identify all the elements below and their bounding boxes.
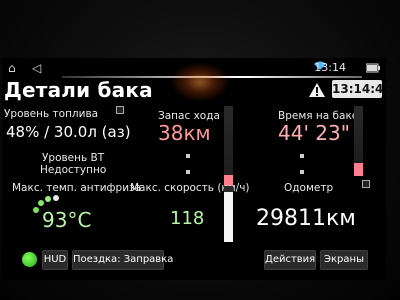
warning-icon[interactable] bbox=[308, 82, 326, 98]
tank-time-value: 44' 23" bbox=[278, 121, 350, 145]
vt-level-value: Недоступно bbox=[40, 164, 107, 176]
tank-time-level-bar bbox=[354, 106, 363, 176]
trip-button[interactable]: Поездка: Заправка bbox=[72, 250, 173, 270]
status-bar: ⌂ ◁ 13:14 bbox=[2, 58, 386, 78]
odometer-label: Одометр bbox=[284, 182, 334, 194]
screens-button[interactable]: Экраны bbox=[320, 250, 368, 270]
back-icon[interactable]: ◁ bbox=[32, 61, 41, 75]
coolant-label: Макс. темп. антифриза bbox=[12, 182, 142, 194]
battery-icon bbox=[365, 62, 380, 76]
clock-display: 13:14:41 bbox=[332, 80, 386, 98]
hud-button[interactable]: HUD bbox=[42, 250, 68, 270]
fuel-label: Уровень топлива bbox=[4, 108, 99, 120]
vt-dash-1 bbox=[186, 154, 190, 158]
max-speed-value: 118 bbox=[170, 208, 205, 229]
vt-dash-4 bbox=[300, 170, 304, 174]
vt-level-label: Уровень ВТ bbox=[42, 152, 105, 164]
page-title: Детали бака bbox=[4, 78, 153, 102]
actions-button[interactable]: Действия bbox=[264, 250, 316, 270]
status-time: 13:14 bbox=[314, 61, 346, 74]
fuel-value: 48% / 30.0л (аз) bbox=[6, 123, 131, 141]
vt-dash-2 bbox=[186, 170, 190, 174]
head-unit-screen: ⌂ ◁ 13:14 Детали бака 13:14:41 Уровень т… bbox=[2, 58, 386, 280]
status-indicator-icon[interactable] bbox=[22, 252, 37, 267]
vt-dash-3 bbox=[300, 154, 304, 158]
odometer-settings-icon[interactable] bbox=[362, 180, 370, 188]
odometer-value: 29811км bbox=[256, 206, 356, 231]
tank-time-level-fill bbox=[354, 163, 363, 176]
max-speed-fill bbox=[224, 192, 233, 242]
fuel-settings-icon[interactable] bbox=[116, 106, 124, 114]
max-speed-bar bbox=[224, 186, 233, 242]
home-icon[interactable]: ⌂ bbox=[8, 61, 16, 75]
range-value: 38км bbox=[158, 121, 211, 145]
range-level-bar bbox=[224, 106, 233, 194]
coolant-value: 93°C bbox=[42, 208, 92, 232]
